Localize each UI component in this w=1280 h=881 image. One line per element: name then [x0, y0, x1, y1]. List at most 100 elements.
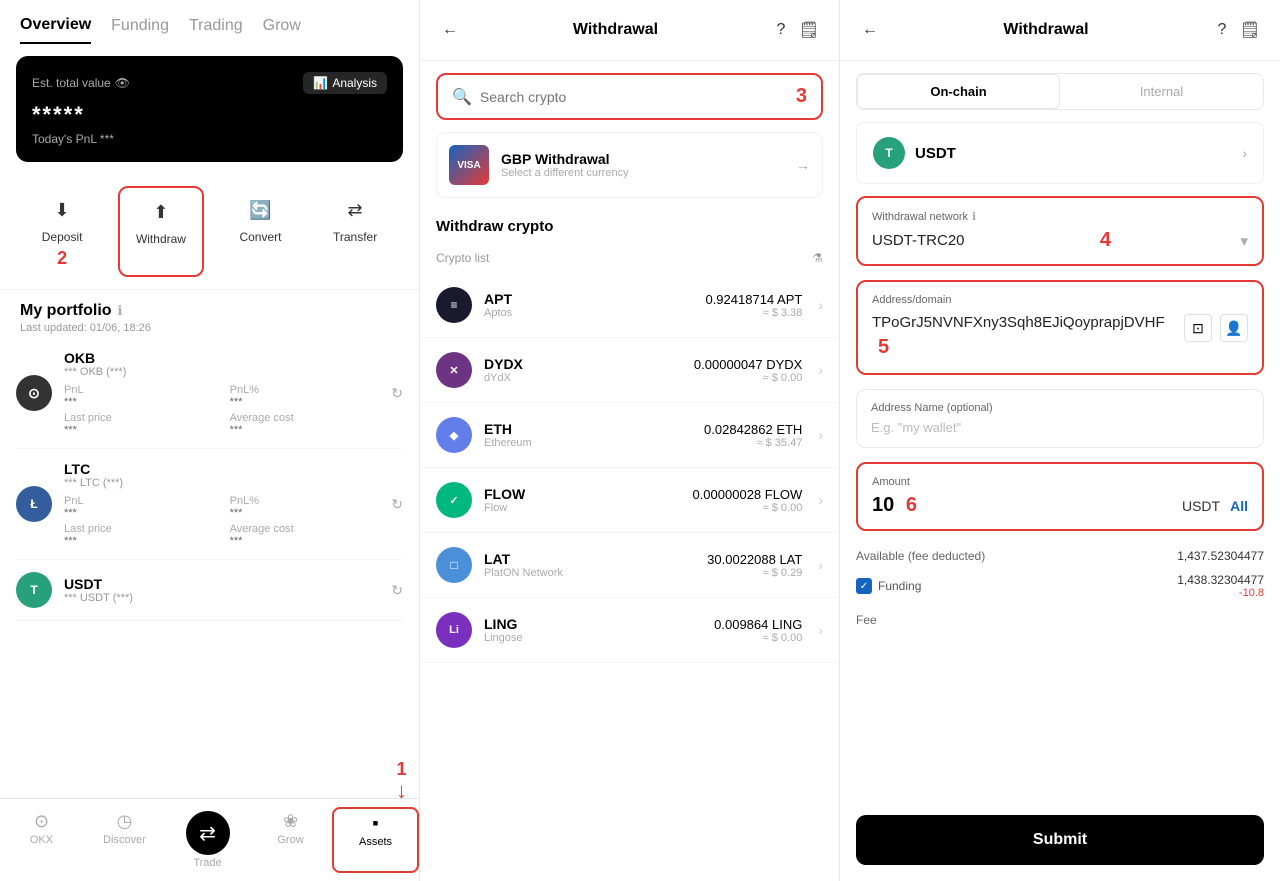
- tab-on-chain[interactable]: On-chain: [857, 74, 1060, 109]
- crypto-list-label: Crypto list: [436, 251, 489, 265]
- convert-icon: 🔄: [244, 194, 276, 226]
- amount-all-button[interactable]: All: [1230, 498, 1248, 514]
- lat-amount: 30.0022088 LAT ≈ $ 0.29: [707, 552, 802, 579]
- ling-avatar: Li: [436, 612, 472, 648]
- annotation-1: 1: [396, 759, 406, 780]
- amount-label: Amount: [872, 476, 1248, 488]
- tab-trading[interactable]: Trading: [189, 17, 243, 43]
- ling-row-arrow: ›: [818, 622, 823, 638]
- network-field[interactable]: Withdrawal network ℹ USDT-TRC20 4 ▾: [856, 196, 1264, 266]
- list-item[interactable]: ◆ ETH Ethereum 0.02842862 ETH ≈ $ 35.47 …: [420, 403, 839, 468]
- ltc-refresh-icon[interactable]: ↻: [391, 496, 403, 513]
- ltc-avatar: Ł: [16, 486, 52, 522]
- address-field[interactable]: Address/domain TPoGrJ5NVNFXny3Sqh8EJiQoy…: [856, 280, 1264, 375]
- portfolio-list: ⊙ OKB *** OKB (***) PnL *** PnL% *** Las…: [0, 338, 419, 798]
- funding-values: 1,438.32304477 -10.8: [1177, 573, 1264, 599]
- qr-scan-icon[interactable]: ⊡: [1184, 314, 1212, 342]
- list-item[interactable]: Ł LTC *** LTC (***) PnL *** PnL% *** Las…: [16, 449, 403, 560]
- submit-button[interactable]: Submit: [856, 815, 1264, 865]
- action-buttons: ⬇ Deposit 2 ⬆ Withdraw 🔄 Convert ⇄ Trans…: [0, 174, 419, 290]
- funding-checkbox[interactable]: ✓: [856, 578, 872, 594]
- usdt-info: USDT *** USDT (***): [64, 576, 379, 604]
- annotation-4: 4: [1100, 229, 1111, 252]
- search-icon: 🔍: [452, 87, 472, 107]
- okb-info: OKB *** OKB (***) PnL *** PnL% *** Last …: [64, 350, 379, 436]
- okb-refresh-icon[interactable]: ↻: [391, 385, 403, 402]
- transfer-button[interactable]: ⇄ Transfer: [317, 186, 393, 277]
- trade-icon: ⇄: [186, 811, 230, 855]
- dydx-amount: 0.00000047 DYDX ≈ $ 0.00: [694, 357, 802, 384]
- middle-panel: ← Withdrawal ? 🗒 🔍 3 VISA GBP Withdrawal…: [420, 0, 840, 881]
- filter-icon[interactable]: ⚗: [812, 251, 823, 265]
- tab-grow[interactable]: Grow: [263, 17, 301, 43]
- analysis-button[interactable]: 📊 Analysis: [303, 72, 387, 94]
- tab-funding[interactable]: Funding: [111, 17, 169, 43]
- gbp-withdrawal-card[interactable]: VISA GBP Withdrawal Select a different c…: [436, 132, 823, 198]
- list-item[interactable]: T USDT *** USDT (***) ↻: [16, 560, 403, 621]
- help-icon[interactable]: ?: [767, 16, 795, 44]
- dydx-info: DYDX dYdX: [484, 356, 682, 384]
- search-bar[interactable]: 🔍 3: [436, 73, 823, 120]
- tab-overview[interactable]: Overview: [20, 16, 91, 44]
- funding-row: ✓ Funding 1,438.32304477 -10.8: [856, 567, 1264, 605]
- eth-row-arrow: ›: [818, 427, 823, 443]
- withdraw-button[interactable]: ⬆ Withdraw: [118, 186, 204, 277]
- list-item[interactable]: ✓ FLOW Flow 0.00000028 FLOW ≈ $ 0.00 ›: [420, 468, 839, 533]
- withdrawal-tabs: On-chain Internal: [856, 73, 1264, 110]
- list-item[interactable]: ≡ APT Aptos 0.92418714 APT ≈ $ 3.38 ›: [420, 273, 839, 338]
- nav-item-okx[interactable]: ⊙ OKX: [0, 807, 83, 873]
- flow-amount: 0.00000028 FLOW ≈ $ 0.00: [692, 487, 802, 514]
- list-item[interactable]: ✕ DYDX dYdX 0.00000047 DYDX ≈ $ 0.00 ›: [420, 338, 839, 403]
- trade-label: Trade: [193, 857, 221, 869]
- transfer-label: Transfer: [333, 230, 377, 244]
- convert-label: Convert: [239, 230, 281, 244]
- amount-value: 10 6: [872, 494, 917, 517]
- nav-item-discover[interactable]: ◷ Discover: [83, 807, 166, 873]
- available-row: Available (fee deducted) 1,437.52304477: [856, 545, 1264, 567]
- list-item[interactable]: Li LING Lingose 0.009864 LING ≈ $ 0.00 ›: [420, 598, 839, 663]
- gbp-title: GBP Withdrawal: [501, 151, 784, 167]
- withdraw-crypto-title: Withdraw crypto: [420, 210, 839, 243]
- amount-currency: USDT: [1182, 498, 1220, 514]
- okb-avatar: ⊙: [16, 375, 52, 411]
- ling-info: LING Lingose: [484, 616, 702, 644]
- annotation-5: 5: [878, 336, 889, 358]
- withdraw-icon: ⬆: [145, 196, 177, 228]
- right-back-icon[interactable]: ←: [856, 16, 884, 44]
- deposit-button[interactable]: ⬇ Deposit 2: [26, 186, 99, 277]
- amount-field[interactable]: Amount 10 6 USDT All: [856, 462, 1264, 531]
- apt-avatar: ≡: [436, 287, 472, 323]
- right-history-icon[interactable]: 🗒: [1236, 16, 1264, 44]
- tab-internal[interactable]: Internal: [1060, 74, 1263, 109]
- transfer-icon: ⇄: [339, 194, 371, 226]
- usdt-refresh-icon[interactable]: ↻: [391, 582, 403, 599]
- history-icon[interactable]: 🗒: [795, 16, 823, 44]
- eth-avatar: ◆: [436, 417, 472, 453]
- nav-item-grow[interactable]: ❀ Grow: [249, 807, 332, 873]
- search-input[interactable]: [480, 89, 782, 105]
- usdt-asset-arrow: ›: [1242, 145, 1247, 161]
- apt-info: APT Aptos: [484, 291, 693, 319]
- gbp-arrow-icon: →: [796, 157, 810, 173]
- discover-label: Discover: [103, 834, 146, 846]
- nav-item-trade[interactable]: ⇄ Trade: [166, 807, 249, 873]
- ling-amount: 0.009864 LING ≈ $ 0.00: [714, 617, 802, 644]
- gbp-logo: VISA: [449, 145, 489, 185]
- pnl-row: Today's PnL ***: [32, 132, 387, 146]
- usdt-asset-row[interactable]: T USDT ›: [856, 122, 1264, 184]
- back-icon[interactable]: ←: [436, 16, 464, 44]
- convert-button[interactable]: 🔄 Convert: [223, 186, 297, 277]
- address-book-icon[interactable]: 👤: [1220, 314, 1248, 342]
- flow-avatar: ✓: [436, 482, 472, 518]
- list-item[interactable]: □ LAT PlatON Network 30.0022088 LAT ≈ $ …: [420, 533, 839, 598]
- list-item[interactable]: ⊙ OKB *** OKB (***) PnL *** PnL% *** Las…: [16, 338, 403, 449]
- address-name-placeholder: E.g. "my wallet": [871, 420, 1249, 435]
- right-help-icon[interactable]: ?: [1208, 16, 1236, 44]
- address-name-field[interactable]: Address Name (optional) E.g. "my wallet": [856, 389, 1264, 448]
- middle-title: Withdrawal: [464, 21, 767, 39]
- eth-amount: 0.02842862 ETH ≈ $ 35.47: [704, 422, 802, 449]
- eth-info: ETH Ethereum: [484, 421, 692, 449]
- usdt-asset-label: USDT: [915, 145, 1232, 162]
- dydx-row-arrow: ›: [818, 362, 823, 378]
- nav-item-assets[interactable]: 1 ↓ ▪ Assets: [332, 807, 419, 873]
